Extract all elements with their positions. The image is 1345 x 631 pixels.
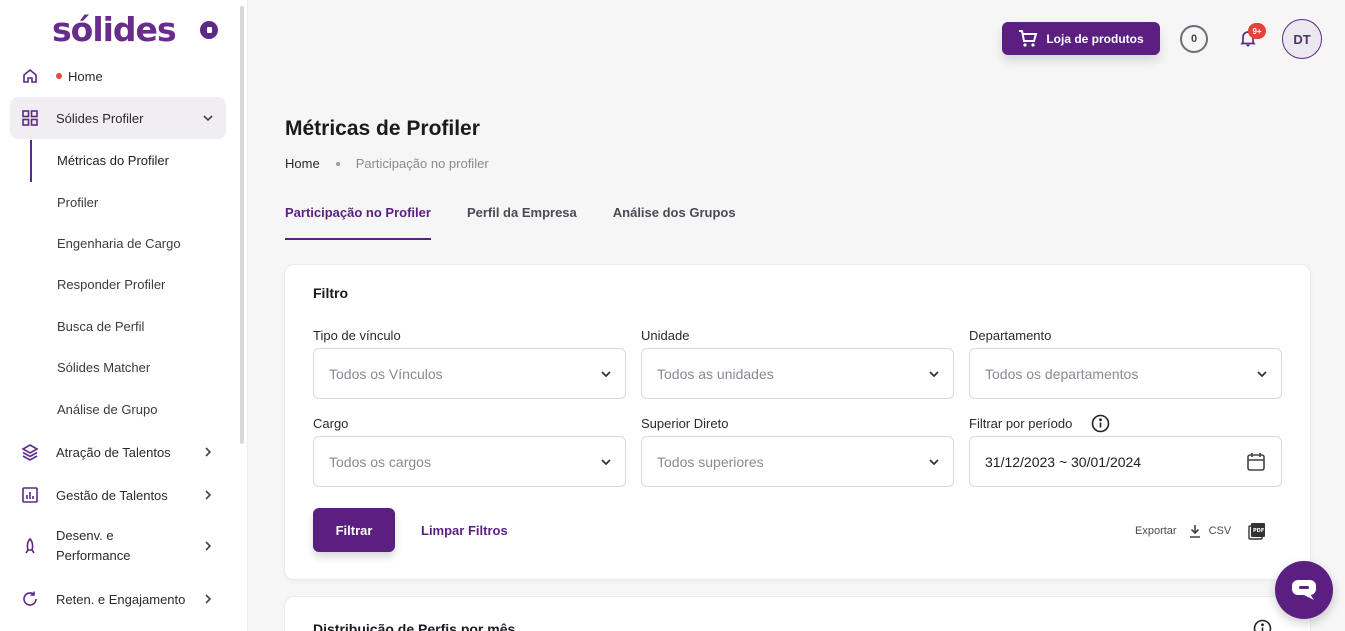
filter-card: Filtro Tipo de vínculo Todos os Vínculos… bbox=[284, 264, 1311, 580]
chevron-down-icon bbox=[601, 371, 611, 378]
tab-analise-grupos[interactable]: Análise dos Grupos bbox=[613, 205, 736, 240]
periodo-label: Filtrar por período bbox=[969, 416, 1073, 431]
grid-icon bbox=[20, 108, 40, 128]
sidebar-item-atracao[interactable]: Atração de Talentos bbox=[10, 431, 226, 473]
chevron-right-icon bbox=[205, 447, 212, 457]
sidebar-item-label: Reten. e Engajamento bbox=[56, 591, 186, 607]
sidebar-item-home[interactable]: Home bbox=[10, 55, 226, 97]
filter-button[interactable]: Filtrar bbox=[313, 508, 395, 552]
chat-icon bbox=[1292, 580, 1316, 600]
tab-participacao[interactable]: Participação no Profiler bbox=[285, 205, 431, 240]
tabs: Participação no Profiler Perfil da Empre… bbox=[285, 205, 772, 240]
cargo-label: Cargo bbox=[313, 416, 349, 431]
pdf-icon[interactable]: PDF bbox=[1247, 521, 1267, 541]
notification-badge: 9+ bbox=[1248, 23, 1266, 39]
home-new-dot bbox=[56, 73, 62, 79]
chevron-right-icon bbox=[205, 490, 212, 500]
chevron-down-icon bbox=[601, 459, 611, 466]
distribution-title: Distribuição de Perfis por mês bbox=[313, 621, 516, 631]
sidebar-item-label: Gestão de Talentos bbox=[56, 487, 168, 503]
chevron-down-icon bbox=[929, 371, 939, 378]
sidebar-item-gestao[interactable]: Gestão de Talentos bbox=[10, 474, 226, 516]
sidebar-subitem-profiler[interactable]: Profiler bbox=[57, 195, 98, 210]
home-icon bbox=[20, 66, 40, 86]
sidebar: sólides Home Sólides Profiler Métricas d… bbox=[0, 0, 248, 631]
sidebar-item-label: Sólides Profiler bbox=[56, 110, 144, 126]
page-title: Métricas de Profiler bbox=[285, 117, 480, 140]
sidebar-scrollbar[interactable] bbox=[240, 6, 244, 444]
coins-counter[interactable]: 0 bbox=[1180, 25, 1208, 53]
sidebar-subitem-analise[interactable]: Análise de Grupo bbox=[57, 402, 157, 417]
active-indicator bbox=[30, 140, 32, 182]
chart-icon bbox=[20, 485, 40, 505]
sidebar-item-label-line2: Performance bbox=[56, 548, 131, 563]
sidebar-item-label: Atração de Talentos bbox=[56, 444, 171, 460]
sidebar-subitem-busca[interactable]: Busca de Perfil bbox=[57, 319, 144, 334]
sidebar-subitem-engenharia[interactable]: Engenharia de Cargo bbox=[57, 236, 181, 251]
chevron-right-icon bbox=[205, 541, 212, 551]
chat-button[interactable] bbox=[1275, 561, 1333, 619]
calendar-icon bbox=[1247, 453, 1265, 471]
sidebar-item-label-line1: Desenv. e bbox=[56, 528, 114, 543]
download-icon[interactable] bbox=[1187, 523, 1203, 539]
sidebar-subitem-matcher[interactable]: Sólides Matcher bbox=[57, 360, 150, 375]
breadcrumb-current: Participação no profiler bbox=[355, 156, 489, 171]
export-group: Exportar CSV PDF bbox=[1135, 521, 1267, 541]
sidebar-subitem-responder[interactable]: Responder Profiler bbox=[57, 277, 165, 292]
svg-text:PDF: PDF bbox=[1253, 528, 1264, 534]
info-icon[interactable] bbox=[1091, 414, 1110, 433]
chevron-down-icon bbox=[929, 459, 939, 466]
sidebar-item-retencao[interactable]: Reten. e Engajamento bbox=[10, 578, 226, 620]
distribution-card: Distribuição de Perfis por mês bbox=[284, 596, 1311, 631]
departamento-select[interactable]: Todos os departamentos bbox=[969, 348, 1282, 399]
periodo-date-range[interactable]: 31/12/2023 ~ 30/01/2024 bbox=[969, 436, 1282, 487]
tab-perfil-empresa[interactable]: Perfil da Empresa bbox=[467, 205, 577, 240]
chevron-right-icon bbox=[205, 594, 212, 604]
filter-title: Filtro bbox=[313, 285, 348, 301]
departamento-label: Departamento bbox=[969, 328, 1052, 343]
chevron-down-icon bbox=[1257, 371, 1267, 378]
chevron-down-icon bbox=[203, 115, 213, 122]
vinculo-label: Tipo de vínculo bbox=[313, 328, 401, 343]
export-csv-button[interactable]: CSV bbox=[1209, 525, 1232, 537]
collapse-sidebar-icon[interactable] bbox=[199, 20, 218, 39]
sidebar-subitem-metricas[interactable]: Métricas do Profiler bbox=[57, 153, 169, 168]
store-button[interactable]: Loja de produtos bbox=[1002, 22, 1160, 55]
superior-label: Superior Direto bbox=[641, 416, 729, 431]
sidebar-item-label: Home bbox=[68, 68, 103, 84]
clear-filters-button[interactable]: Limpar Filtros bbox=[421, 523, 508, 538]
refresh-icon bbox=[20, 589, 40, 609]
avatar[interactable]: DT bbox=[1282, 19, 1322, 59]
superior-select[interactable]: Todos superiores bbox=[641, 436, 954, 487]
layers-icon bbox=[20, 442, 40, 462]
vinculo-select[interactable]: Todos os Vínculos bbox=[313, 348, 626, 399]
sidebar-item-desenvolvimento[interactable]: Desenv. e Performance bbox=[10, 524, 226, 568]
breadcrumb: Home Participação no profiler bbox=[285, 156, 489, 171]
cart-icon bbox=[1019, 29, 1038, 47]
sidebar-item-solides-profiler[interactable]: Sólides Profiler bbox=[10, 97, 226, 139]
unidade-label: Unidade bbox=[641, 328, 690, 343]
breadcrumb-separator bbox=[335, 161, 340, 166]
breadcrumb-home[interactable]: Home bbox=[285, 156, 320, 171]
info-icon[interactable] bbox=[1253, 619, 1272, 631]
solides-logo[interactable]: sólides bbox=[52, 10, 218, 49]
cargo-select[interactable]: Todos os cargos bbox=[313, 436, 626, 487]
rocket-icon bbox=[20, 536, 40, 556]
export-label: Exportar bbox=[1135, 525, 1177, 537]
unidade-select[interactable]: Todos as unidades bbox=[641, 348, 954, 399]
